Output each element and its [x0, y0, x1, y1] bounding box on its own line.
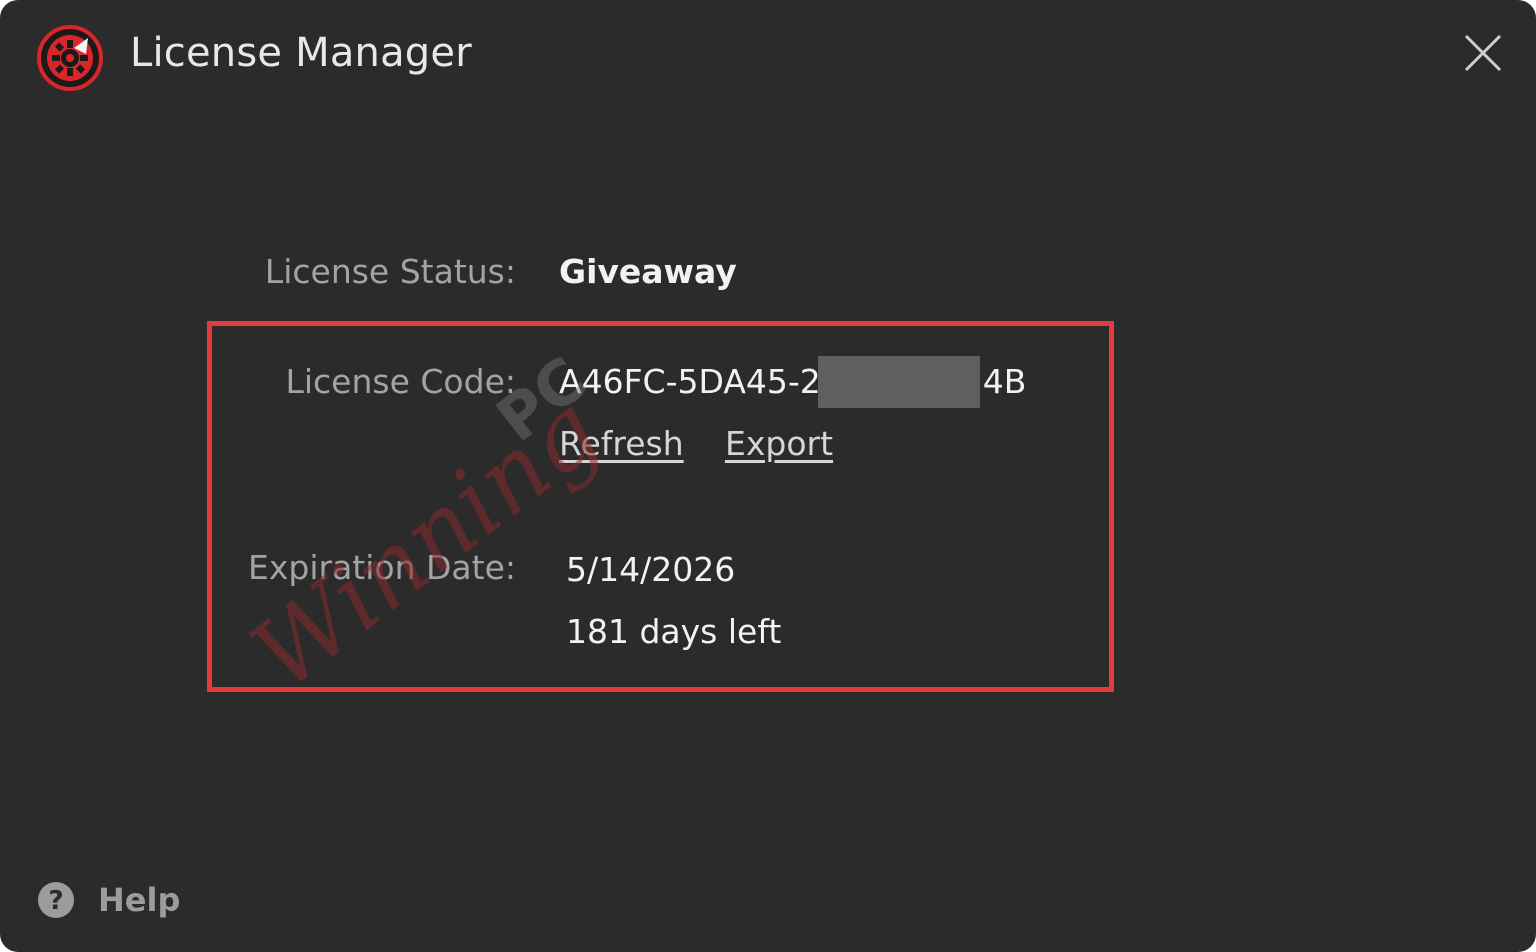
- license-code-redaction: [818, 356, 980, 408]
- license-status-value: Giveaway: [559, 252, 737, 291]
- days-left-value: 181 days left: [566, 612, 782, 651]
- license-manager-window: License Manager License Status: Giveaway…: [0, 0, 1536, 952]
- expiration-date-value: 5/14/2026: [566, 550, 736, 589]
- help-label: Help: [98, 881, 181, 919]
- watermark-text-main: Winning: [231, 374, 600, 680]
- watermark: Winning PC: [200, 300, 600, 680]
- app-logo-icon: [36, 24, 104, 92]
- refresh-link[interactable]: Refresh: [559, 424, 684, 463]
- close-button[interactable]: [1458, 28, 1508, 78]
- question-circle-icon: ?: [36, 880, 76, 920]
- license-code-label: License Code:: [285, 362, 516, 401]
- license-status-label: License Status:: [264, 252, 516, 291]
- license-code-prefix: A46FC-5DA45-2: [559, 362, 821, 401]
- expiration-date-label: Expiration Date:: [248, 548, 516, 587]
- window-title: License Manager: [130, 30, 472, 76]
- export-link[interactable]: Export: [725, 424, 833, 463]
- svg-text:?: ?: [48, 886, 63, 916]
- help-button[interactable]: ? Help: [36, 876, 180, 924]
- close-icon: [1464, 34, 1502, 72]
- license-code-suffix: 4B: [982, 362, 1027, 401]
